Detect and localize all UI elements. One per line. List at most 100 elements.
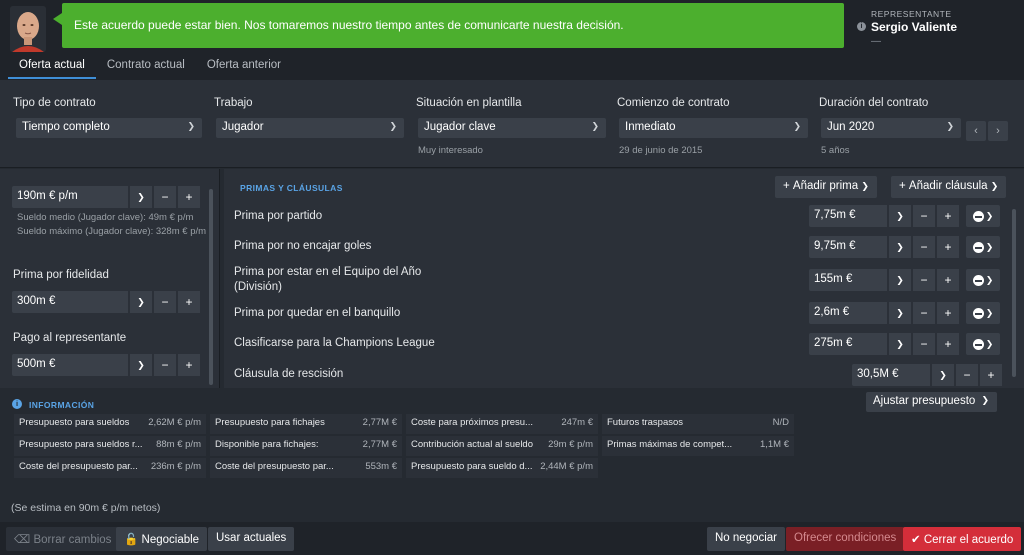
tab-previous-offer[interactable]: Oferta anterior	[196, 55, 292, 79]
info-key: Disponible para fichajes:	[215, 439, 319, 450]
bonus-stepper: 2,6m € ❯ − +	[809, 302, 959, 324]
bonus-input[interactable]: 9,75m €	[809, 236, 887, 258]
info-key: Presupuesto para sueldo d...	[411, 461, 533, 472]
clear-changes-label: Borrar cambios	[33, 534, 112, 546]
decrement-button[interactable]: −	[913, 205, 935, 227]
add-clause-button[interactable]: + Añadir cláusula ❯	[891, 176, 1007, 198]
add-clause-label: Añadir cláusula	[908, 180, 988, 192]
info-key: Futuros traspasos	[607, 417, 684, 428]
info-value: 553m €	[365, 461, 397, 472]
increment-button[interactable]: +	[937, 302, 959, 324]
agent-fee-label: Pago al representante	[13, 332, 127, 344]
bonus-options-button[interactable]: ❯	[966, 269, 1000, 291]
info-value: N/D	[772, 417, 789, 428]
decrement-button[interactable]: −	[913, 333, 935, 355]
plus-icon: +	[899, 180, 906, 192]
plus-icon: +	[783, 180, 790, 192]
remove-icon	[972, 339, 984, 351]
close-deal-button[interactable]: ✔ Cerrar el acuerdo	[903, 527, 1022, 551]
clear-changes-button[interactable]: ⌫ Borrar cambios	[6, 527, 120, 551]
max-salary: Sueldo máximo (Jugador clave): 328m € p/…	[17, 226, 207, 237]
add-bonus-button[interactable]: + Añadir prima ❯	[775, 176, 877, 198]
decrement-button[interactable]: −	[154, 186, 176, 208]
adjust-budget-dropdown[interactable]: Ajustar presupuesto ❯	[866, 392, 997, 412]
chevron-left-icon[interactable]: ‹	[966, 121, 986, 141]
contract-start-sub: 29 de junio de 2015	[619, 145, 703, 156]
agent-fee-input[interactable]: 500m €	[12, 354, 128, 376]
adjust-budget-label: Ajustar presupuesto	[873, 395, 976, 407]
negotiable-button[interactable]: 🔓 Negociable	[116, 527, 208, 551]
chevron-down-icon[interactable]: ❯	[889, 333, 911, 355]
bonus-input[interactable]: 155m €	[809, 269, 887, 291]
increment-button[interactable]: +	[980, 364, 1002, 386]
decrement-button[interactable]: −	[154, 354, 176, 376]
job-label: Trabajo	[214, 97, 253, 109]
loyalty-bonus-input[interactable]: 300m €	[12, 291, 128, 313]
negotiable-label: Negociable	[141, 534, 200, 546]
increment-button[interactable]: +	[937, 205, 959, 227]
increment-button[interactable]: +	[178, 354, 200, 376]
bonuses-title: PRIMAS Y CLÁUSULAS	[240, 183, 343, 193]
remove-icon	[972, 211, 984, 223]
bonus-label: Prima por estar en el Equipo del Año (Di…	[234, 266, 422, 293]
decrement-button[interactable]: −	[956, 364, 978, 386]
bonuses-panel: PRIMAS Y CLÁUSULAS + Añadir prima ❯ + Añ…	[224, 169, 1024, 388]
release-clause-input[interactable]: 30,5M €	[852, 364, 930, 386]
chevron-right-icon[interactable]: ›	[988, 121, 1008, 141]
tab-current-contract[interactable]: Contrato actual	[96, 55, 196, 79]
bonus-input[interactable]: 7,75m €	[809, 205, 887, 227]
scrollbar[interactable]	[1012, 209, 1016, 377]
contract-duration-dropdown[interactable]: Jun 2020 ❯	[821, 118, 961, 138]
decrement-button[interactable]: −	[913, 302, 935, 324]
increment-button[interactable]: +	[178, 186, 200, 208]
increment-button[interactable]: +	[937, 333, 959, 355]
chevron-down-icon[interactable]: ❯	[889, 205, 911, 227]
bonus-input[interactable]: 275m €	[809, 333, 887, 355]
salary-input[interactable]: 190m € p/m	[12, 186, 128, 208]
decrement-button[interactable]: −	[154, 291, 176, 313]
chevron-down-icon[interactable]: ❯	[130, 186, 152, 208]
contract-start-dropdown[interactable]: Inmediato ❯	[619, 118, 808, 138]
chevron-down-icon[interactable]: ❯	[932, 364, 954, 386]
bonus-options-button[interactable]: ❯	[966, 333, 1000, 355]
header: Este acuerdo puede estar bien. Nos tomar…	[0, 0, 1024, 80]
decrement-button[interactable]: −	[913, 236, 935, 258]
bonus-options-button[interactable]: ❯	[966, 302, 1000, 324]
squad-status-dropdown[interactable]: Jugador clave ❯	[418, 118, 606, 138]
job-dropdown[interactable]: Jugador ❯	[216, 118, 404, 138]
chevron-down-icon[interactable]: ❯	[889, 236, 911, 258]
clear-icon: ⌫	[14, 534, 31, 546]
contract-start-field: Comienzo de contrato Inmediato ❯ 29 de j…	[617, 97, 808, 156]
bonus-input[interactable]: 2,6m €	[809, 302, 887, 324]
increment-button[interactable]: +	[937, 269, 959, 291]
chevron-down-icon[interactable]: ❯	[130, 291, 152, 313]
contract-type-value: Tiempo completo	[22, 121, 110, 133]
bonus-options-button[interactable]: ❯	[966, 236, 1000, 258]
increment-button[interactable]: +	[178, 291, 200, 313]
player-face-icon	[10, 6, 46, 52]
info-icon[interactable]: i	[857, 22, 866, 31]
info-key: Coste para próximos presu...	[411, 417, 533, 428]
dont-negotiate-button[interactable]: No negociar	[707, 527, 786, 551]
chevron-down-icon[interactable]: ❯	[130, 354, 152, 376]
info-cell: Presupuesto para sueldos r... 88m € p/m	[14, 436, 206, 456]
offer-terms-label: Ofrecer condiciones	[794, 532, 897, 544]
increment-button[interactable]: +	[937, 236, 959, 258]
offer-terms-button[interactable]: Ofrecer condiciones	[786, 527, 905, 551]
chevron-down-icon[interactable]: ❯	[889, 302, 911, 324]
chevron-down-icon: ❯	[187, 121, 195, 131]
job-field: Trabajo Jugador ❯	[214, 97, 404, 138]
bonus-options-button[interactable]: ❯	[966, 205, 1000, 227]
bonus-stepper: 9,75m € ❯ − +	[809, 236, 959, 258]
tab-current-offer[interactable]: Oferta actual	[8, 55, 96, 79]
release-clause-stepper: 30,5M € ❯ − +	[852, 364, 1002, 386]
chevron-down-icon: ❯	[861, 181, 869, 191]
representative-name[interactable]: Sergio Valiente	[871, 20, 957, 34]
chevron-down-icon[interactable]: ❯	[889, 269, 911, 291]
decrement-button[interactable]: −	[913, 269, 935, 291]
bonus-label: Prima por partido	[234, 210, 323, 222]
contract-type-dropdown[interactable]: Tiempo completo ❯	[16, 118, 202, 138]
use-current-button[interactable]: Usar actuales	[208, 527, 295, 551]
scrollbar[interactable]	[209, 189, 213, 385]
info-key: Coste del presupuesto par...	[19, 461, 138, 472]
